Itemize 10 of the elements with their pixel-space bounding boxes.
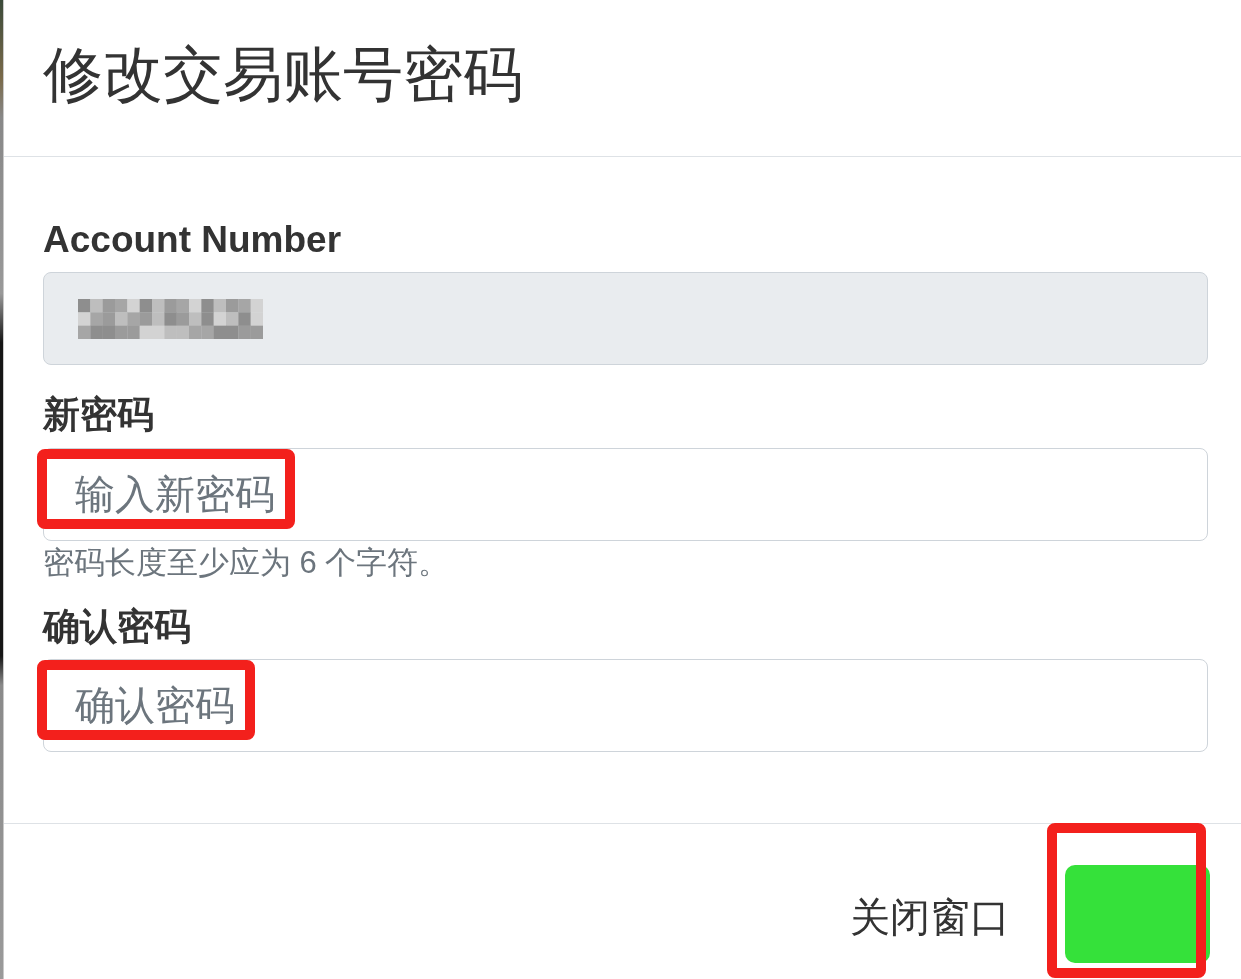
dialog-title: 修改交易账号密码 — [43, 40, 523, 110]
action-button[interactable] — [1065, 865, 1210, 964]
field-label: Account Number — [43, 218, 342, 262]
password-field[interactable]: 输入新密码 — [43, 447, 1208, 541]
field-label: 确认密码 — [43, 604, 191, 649]
password-field[interactable]: 确认密码 — [43, 659, 1208, 753]
help-text: 密码长度至少应为 6 个字符。 — [43, 543, 450, 581]
account-number-field[interactable] — [43, 272, 1208, 366]
close-window-button[interactable]: 关闭窗口 — [850, 893, 1010, 942]
field-label: 新密码 — [43, 393, 154, 438]
